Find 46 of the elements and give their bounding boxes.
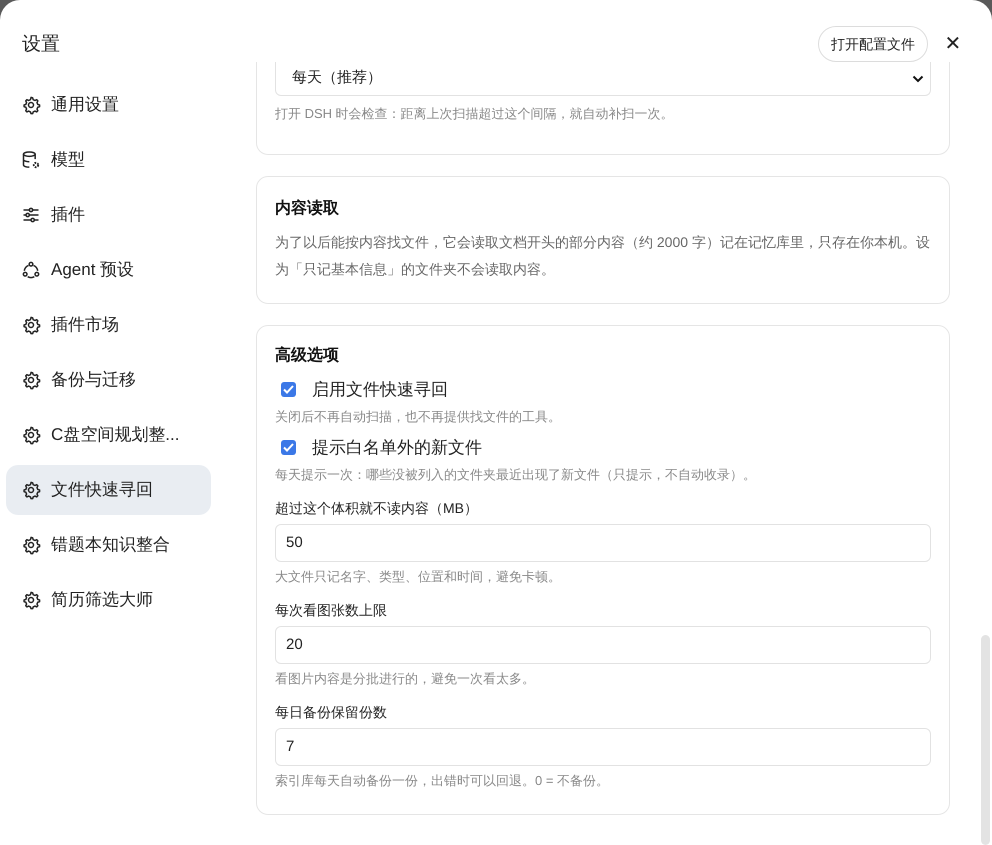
sidebar-item[interactable]: 通用设置 <box>6 80 211 130</box>
sidebar-item[interactable]: C盘空间规划整... <box>6 410 211 460</box>
checkbox-label[interactable]: 启用文件快速寻回 <box>312 376 448 402</box>
gear-icon <box>21 425 41 445</box>
sidebar-item[interactable]: 简历筛选大师 <box>6 575 211 625</box>
section-title: 高级选项 <box>275 345 340 366</box>
field-label: 每次看图张数上限 <box>275 600 388 620</box>
section-title: 内容读取 <box>275 198 340 218</box>
help-text: 索引库每天自动备份一份，出错时可以回退。0 = 不备份。 <box>275 772 610 790</box>
help-text: 大文件只记名字、类型、位置和时间，避免卡顿。 <box>275 568 562 586</box>
sidebar-item[interactable]: 文件快速寻回 <box>6 465 211 515</box>
select-value: 每天（推荐） <box>292 68 382 88</box>
close-button[interactable]: ✕ <box>942 26 964 62</box>
chevron-down-icon <box>912 74 924 82</box>
sidebar-item[interactable]: 插件市场 <box>6 300 211 350</box>
section-description: 为了以后能按内容找文件，它会读取文档开头的部分内容（约 2000 字）记在记忆库里，只存在你本机。设为「只记基本信息」的文件夹不会读取内容。 <box>275 232 931 278</box>
checkbox-label[interactable]: 提示白名单外的新文件 <box>312 434 482 460</box>
checkbox[interactable] <box>281 382 296 397</box>
sliders-icon <box>21 205 41 225</box>
help-text: 打开 DSH 时会检查：距离上次扫描超过这个间隔，就自动补扫一次。 <box>275 105 675 123</box>
sidebar-item[interactable]: 插件 <box>6 190 211 240</box>
scrollbar-thumb[interactable] <box>981 635 990 845</box>
number-input[interactable]: 7 <box>275 728 931 766</box>
gear-icon <box>21 95 41 115</box>
gear-icon <box>21 480 41 500</box>
checkbox[interactable] <box>281 440 296 455</box>
number-input[interactable]: 20 <box>275 626 931 664</box>
field-label: 每日备份保留份数 <box>275 702 388 722</box>
sidebar-item[interactable]: 模型 <box>6 135 211 185</box>
field-label: 超过这个体积就不读内容（MB） <box>275 498 479 518</box>
database-gear-icon <box>21 150 41 170</box>
number-input[interactable]: 50 <box>275 524 931 562</box>
help-text: 关闭后不再自动扫描，也不再提供找文件的工具。 <box>275 408 562 426</box>
gear-icon <box>21 370 41 390</box>
gear-icon <box>21 535 41 555</box>
open-config-button[interactable]: 打开配置文件 <box>818 26 928 62</box>
nodes-cycle-icon <box>21 260 41 280</box>
help-text: 每天提示一次：哪些没被列入的文件夹最近出现了新文件（只提示，不自动收录）。 <box>275 466 757 484</box>
help-text: 看图片内容是分批进行的，避免一次看太多。 <box>275 670 536 688</box>
gear-icon <box>21 590 41 610</box>
frequency-select[interactable]: 每天（推荐） <box>275 62 931 96</box>
dialog-title: 设置 <box>22 33 60 57</box>
sidebar-item[interactable]: Agent 预设 <box>6 245 211 295</box>
sidebar-item[interactable]: 错题本知识整合 <box>6 520 211 570</box>
gear-icon <box>21 315 41 335</box>
sidebar-item[interactable]: 备份与迁移 <box>6 355 211 405</box>
